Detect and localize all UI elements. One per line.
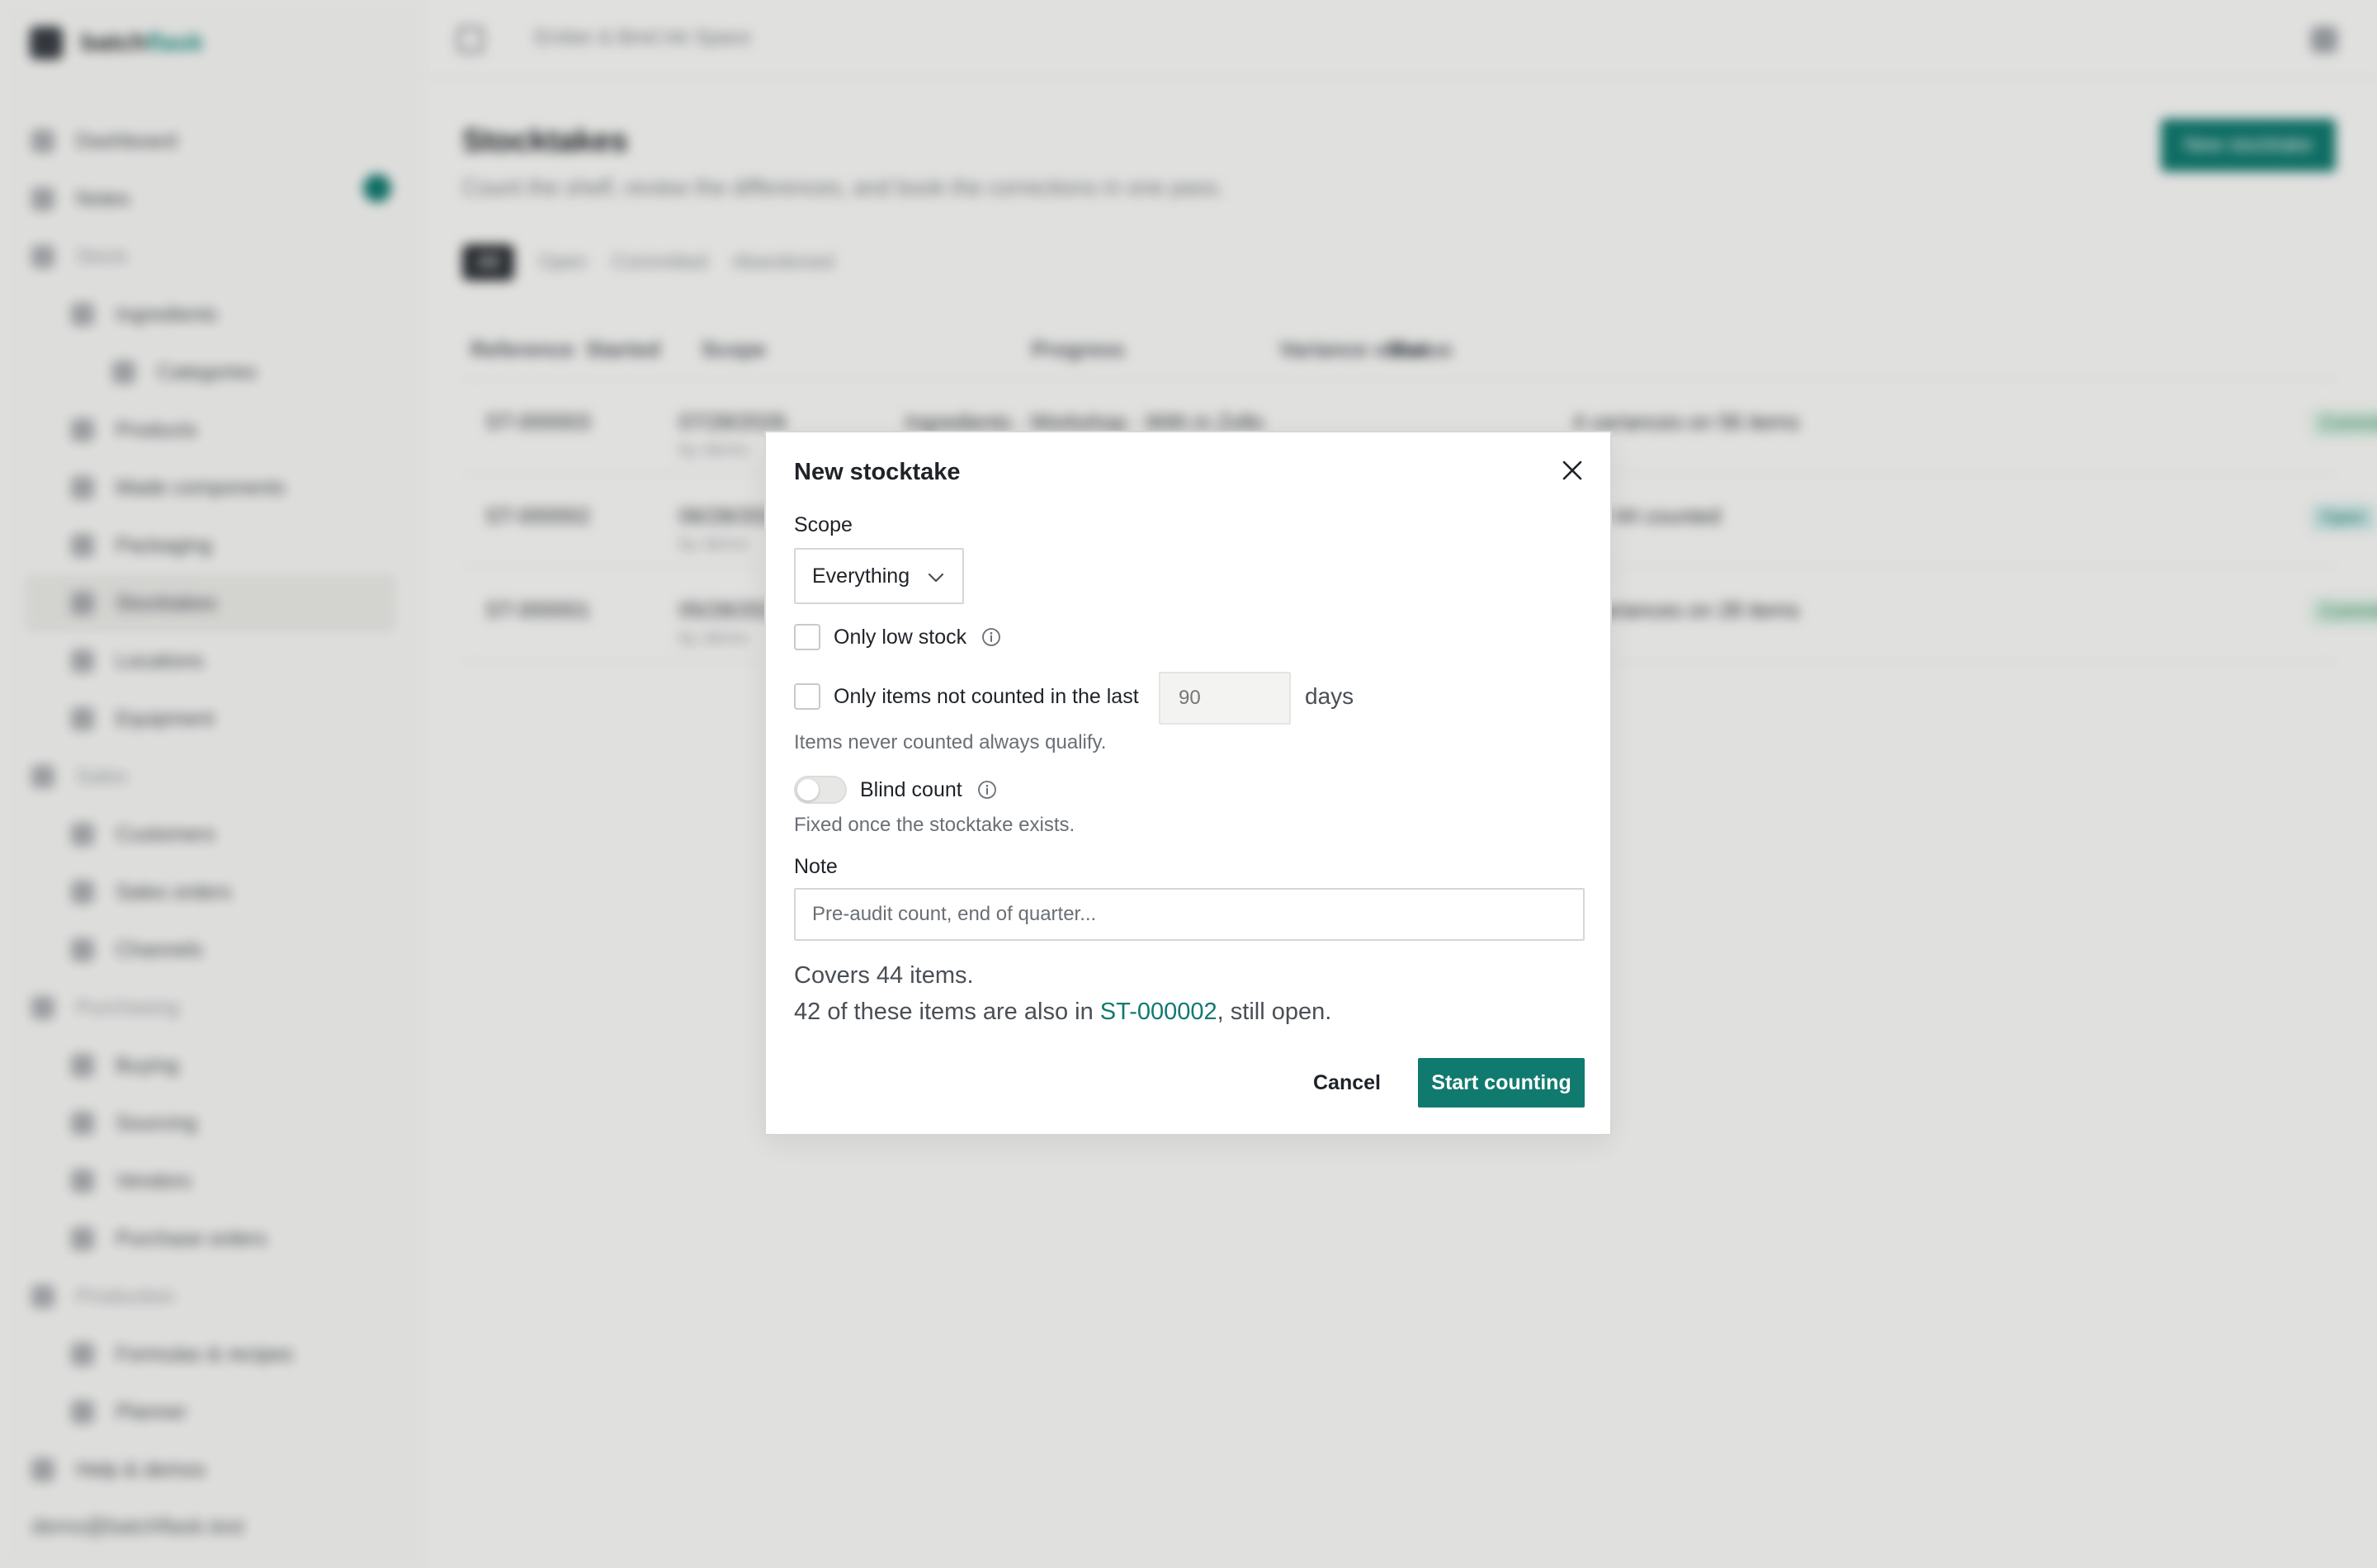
close-button[interactable]	[1554, 452, 1590, 489]
overlap-suffix: , still open.	[1217, 999, 1332, 1025]
days-input[interactable]	[1159, 672, 1291, 725]
info-icon[interactable]	[977, 780, 997, 800]
coverage-summary: Covers 44 items.	[794, 962, 974, 989]
days-unit-label: days	[1305, 683, 1354, 709]
not-counted-label: Only items not counted in the last	[834, 684, 1139, 708]
start-counting-button[interactable]: Start counting	[1418, 1058, 1585, 1108]
low-stock-checkbox[interactable]	[794, 624, 820, 650]
overlap-summary: 42 of these items are also in ST-000002,…	[794, 999, 1331, 1026]
scope-select-value: Everything	[812, 564, 910, 588]
scope-label: Scope	[794, 513, 853, 536]
blind-count-label: Blind count	[860, 777, 962, 801]
info-icon[interactable]	[981, 627, 1001, 647]
not-counted-row: Only items not counted in the last	[794, 683, 1139, 710]
never-counted-hint: Items never counted always qualify.	[794, 731, 1107, 753]
note-input[interactable]	[794, 888, 1585, 941]
new-stocktake-dialog: New stocktake Scope Everything Only low …	[764, 431, 1612, 1136]
blind-count-toggle[interactable]	[794, 776, 847, 804]
toggle-knob	[797, 779, 819, 801]
blind-count-row: Blind count	[794, 776, 997, 804]
overlap-prefix: 42 of these items are also in	[794, 999, 1100, 1025]
low-stock-label: Only low stock	[834, 625, 967, 649]
dialog-title: New stocktake	[794, 459, 961, 485]
low-stock-row: Only low stock	[794, 624, 1001, 650]
scope-select[interactable]: Everything	[794, 548, 964, 604]
chevron-down-icon	[928, 573, 944, 583]
cancel-button[interactable]: Cancel	[1306, 1058, 1388, 1108]
close-icon	[1562, 460, 1582, 480]
not-counted-checkbox[interactable]	[794, 683, 820, 710]
open-stocktake-link[interactable]: ST-000002	[1100, 999, 1217, 1025]
note-label: Note	[794, 855, 838, 878]
blind-count-hint: Fixed once the stocktake exists.	[794, 814, 1075, 836]
